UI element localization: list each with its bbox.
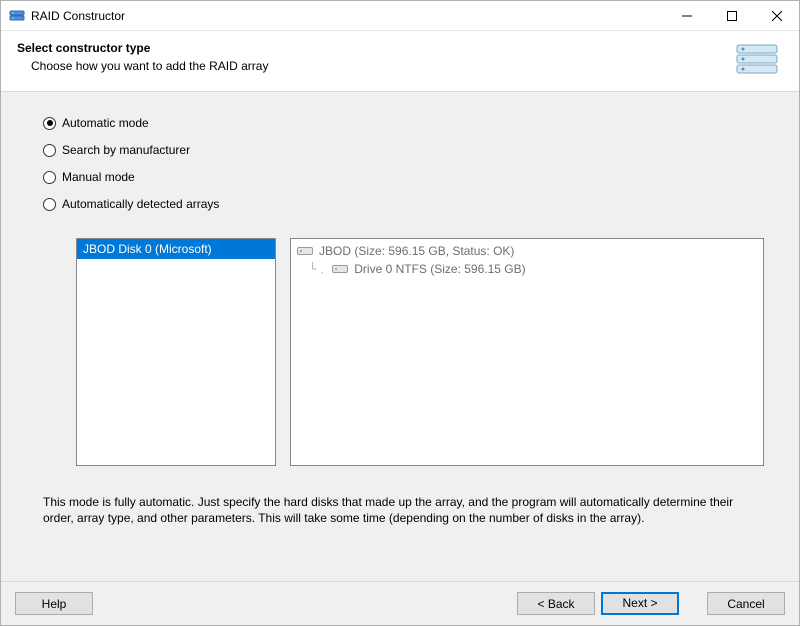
window-frame: RAID Constructor Select constructor type… [0, 0, 800, 626]
radio-indicator [43, 144, 56, 157]
radio-label: Manual mode [62, 170, 135, 184]
page-subheading: Choose how you want to add the RAID arra… [31, 59, 735, 73]
radio-manual-mode[interactable]: Manual mode [43, 170, 769, 184]
arrays-listbox[interactable]: JBOD Disk 0 (Microsoft) [76, 238, 276, 466]
radio-label: Automatic mode [62, 116, 149, 130]
mode-description: This mode is fully automatic. Just speci… [43, 494, 757, 526]
tree-child-label: Drive 0 NTFS (Size: 596.15 GB) [354, 262, 525, 276]
page-heading: Select constructor type [17, 41, 735, 55]
tree-root[interactable]: JBOD (Size: 596.15 GB, Status: OK) [297, 243, 757, 259]
wizard-header: Select constructor type Choose how you w… [1, 31, 799, 92]
window-title: RAID Constructor [31, 9, 664, 23]
tree-child[interactable]: └﹒ Drive 0 NTFS (Size: 596.15 GB) [309, 259, 757, 278]
radio-search-by-manufacturer[interactable]: Search by manufacturer [43, 143, 769, 157]
wizard-footer: Help < Back Next > Cancel [1, 581, 799, 625]
constructor-type-radios: Automatic mode Search by manufacturer Ma… [43, 116, 769, 224]
minimize-button[interactable] [664, 1, 709, 30]
drive-icon [297, 246, 313, 256]
list-item[interactable]: JBOD Disk 0 (Microsoft) [77, 239, 275, 259]
radio-indicator [43, 171, 56, 184]
tree-connector: └﹒ [309, 260, 328, 277]
radio-label: Automatically detected arrays [62, 197, 219, 211]
close-button[interactable] [754, 1, 799, 30]
app-icon [9, 8, 25, 24]
wizard-body: Automatic mode Search by manufacturer Ma… [1, 92, 799, 581]
radio-label: Search by manufacturer [62, 143, 190, 157]
array-details-tree[interactable]: JBOD (Size: 596.15 GB, Status: OK) └﹒ Dr… [290, 238, 764, 466]
radio-detected-arrays[interactable]: Automatically detected arrays [43, 197, 769, 211]
raid-stack-icon [735, 43, 779, 77]
help-button[interactable]: Help [15, 592, 93, 615]
cancel-button[interactable]: Cancel [707, 592, 785, 615]
next-button[interactable]: Next > [601, 592, 679, 615]
maximize-button[interactable] [709, 1, 754, 30]
detected-arrays-panes: JBOD Disk 0 (Microsoft) JBOD (Size: 596.… [76, 238, 764, 466]
radio-indicator [43, 117, 56, 130]
drive-icon [332, 264, 348, 274]
radio-automatic-mode[interactable]: Automatic mode [43, 116, 769, 130]
titlebar: RAID Constructor [1, 1, 799, 31]
tree-root-label: JBOD (Size: 596.15 GB, Status: OK) [319, 244, 514, 258]
radio-indicator [43, 198, 56, 211]
window-controls [664, 1, 799, 30]
back-button[interactable]: < Back [517, 592, 595, 615]
